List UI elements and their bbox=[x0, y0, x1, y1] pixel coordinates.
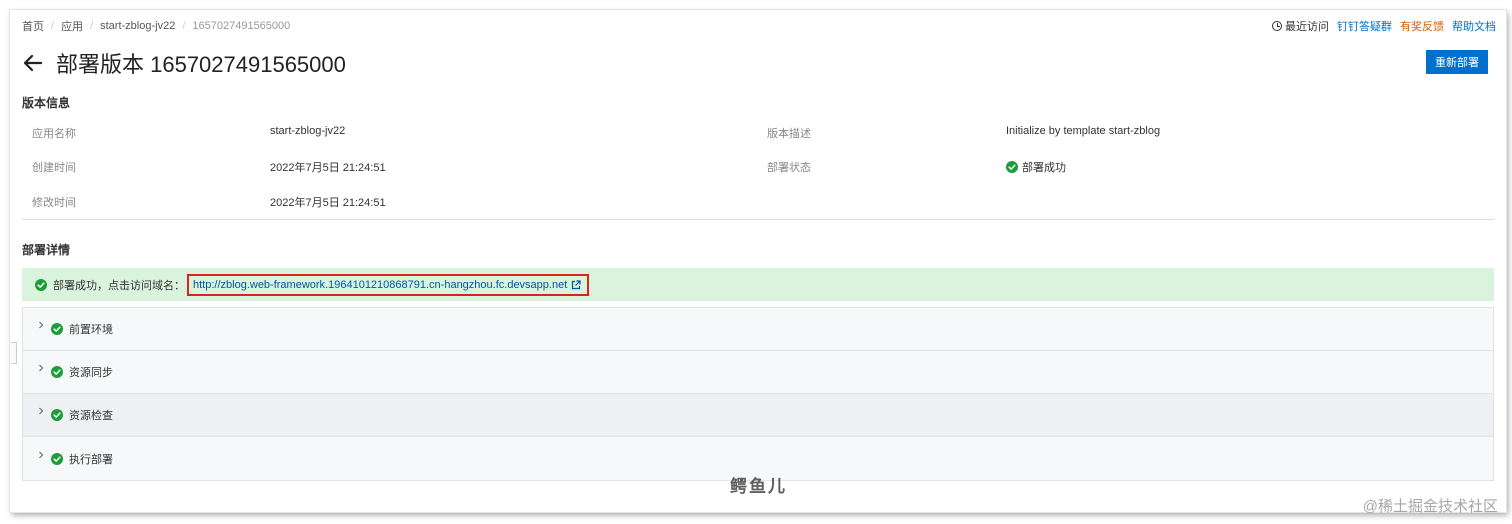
recent-visits-label: 最近访问 bbox=[1285, 21, 1329, 33]
breadcrumb: 首页 / 应用 / start-zblog-jv22 / 16570274915… bbox=[22, 18, 290, 34]
success-check-icon bbox=[51, 409, 63, 421]
success-check-icon bbox=[35, 278, 47, 291]
modified-time-label: 修改时间 bbox=[32, 197, 76, 209]
step-prerequisite-env[interactable]: 前置环境 bbox=[23, 308, 1493, 351]
chevron-right-icon bbox=[39, 321, 44, 329]
app-name-label: 应用名称 bbox=[32, 128, 76, 140]
domain-link-highlight: http://zblog.web-framework.1964101210868… bbox=[187, 273, 590, 296]
success-check-icon bbox=[51, 452, 63, 465]
banner-text: 部署成功，点击访问域名： bbox=[53, 279, 185, 292]
app-name-value: start-zblog-jv22 bbox=[270, 125, 346, 137]
top-links: 最近访问 钉钉答疑群 有奖反馈 帮助文档 bbox=[1272, 18, 1496, 34]
chevron-right-icon bbox=[39, 407, 44, 415]
breadcrumb-apps[interactable]: 应用 bbox=[61, 18, 83, 34]
step-resource-check[interactable]: 资源检查 bbox=[23, 394, 1493, 437]
author-watermark: 鳄鱼儿 bbox=[730, 477, 787, 497]
deploy-success-banner: 部署成功，点击访问域名： http://zblog.web-framework.… bbox=[22, 268, 1494, 301]
step-resource-sync[interactable]: 资源同步 bbox=[23, 351, 1493, 394]
created-time-value: 2022年7月5日 21:24:51 bbox=[270, 162, 386, 174]
dingding-group-link[interactable]: 钉钉答疑群 bbox=[1337, 18, 1392, 34]
deploy-status-text: 部署成功 bbox=[1022, 162, 1066, 174]
step-label: 执行部署 bbox=[69, 453, 113, 466]
sidebar-toggle-handle[interactable] bbox=[11, 342, 17, 364]
modified-time-value: 2022年7月5日 21:24:51 bbox=[270, 197, 386, 209]
top-bar: 首页 / 应用 / start-zblog-jv22 / 16570274915… bbox=[10, 10, 1506, 38]
deploy-status-label: 部署状态 bbox=[767, 162, 811, 174]
clock-icon bbox=[1272, 21, 1282, 31]
breadcrumb-separator: / bbox=[90, 20, 94, 32]
site-watermark: @稀土掘金技术社区 bbox=[1362, 498, 1498, 515]
version-desc-label: 版本描述 bbox=[767, 128, 811, 140]
version-desc-value: Initialize by template start-zblog bbox=[1006, 125, 1161, 137]
breadcrumb-app[interactable]: start-zblog-jv22 bbox=[100, 20, 175, 32]
title-row: 部署版本 1657027491565000 bbox=[22, 48, 346, 78]
success-check-icon bbox=[51, 366, 63, 378]
version-info-title: 版本信息 bbox=[22, 96, 71, 110]
breadcrumb-version: 1657027491565000 bbox=[192, 20, 291, 32]
deploy-steps: 前置环境 资源同步 资源检查 执行部署 bbox=[22, 307, 1494, 481]
step-label: 资源同步 bbox=[69, 367, 113, 379]
success-check-icon bbox=[51, 323, 63, 335]
page-title: 部署版本 1657027491565000 bbox=[56, 52, 346, 77]
created-time-label: 创建时间 bbox=[32, 162, 76, 174]
deploy-status-value: 部署成功 bbox=[1006, 159, 1066, 175]
recent-visits-link[interactable]: 最近访问 bbox=[1272, 18, 1329, 34]
chevron-right-icon bbox=[39, 451, 44, 458]
step-label: 资源检查 bbox=[69, 410, 113, 422]
domain-link[interactable]: http://zblog.web-framework.1964101210868… bbox=[193, 279, 567, 291]
section-divider bbox=[22, 219, 1494, 220]
step-label: 前置环境 bbox=[69, 324, 113, 336]
breadcrumb-separator: / bbox=[182, 20, 186, 32]
chevron-right-icon bbox=[39, 364, 44, 372]
app-frame: 首页 / 应用 / start-zblog-jv22 / 16570274915… bbox=[10, 10, 1506, 512]
breadcrumb-separator: / bbox=[51, 20, 55, 32]
help-docs-link[interactable]: 帮助文档 bbox=[1452, 18, 1496, 34]
breadcrumb-home[interactable]: 首页 bbox=[22, 18, 44, 34]
deploy-details-title: 部署详情 bbox=[22, 243, 71, 257]
external-link-icon[interactable] bbox=[571, 279, 581, 290]
feedback-link[interactable]: 有奖反馈 bbox=[1400, 18, 1444, 34]
success-check-icon bbox=[1006, 161, 1018, 173]
back-arrow-icon[interactable] bbox=[22, 52, 44, 74]
redeploy-button[interactable]: 重新部署 bbox=[1426, 50, 1488, 74]
